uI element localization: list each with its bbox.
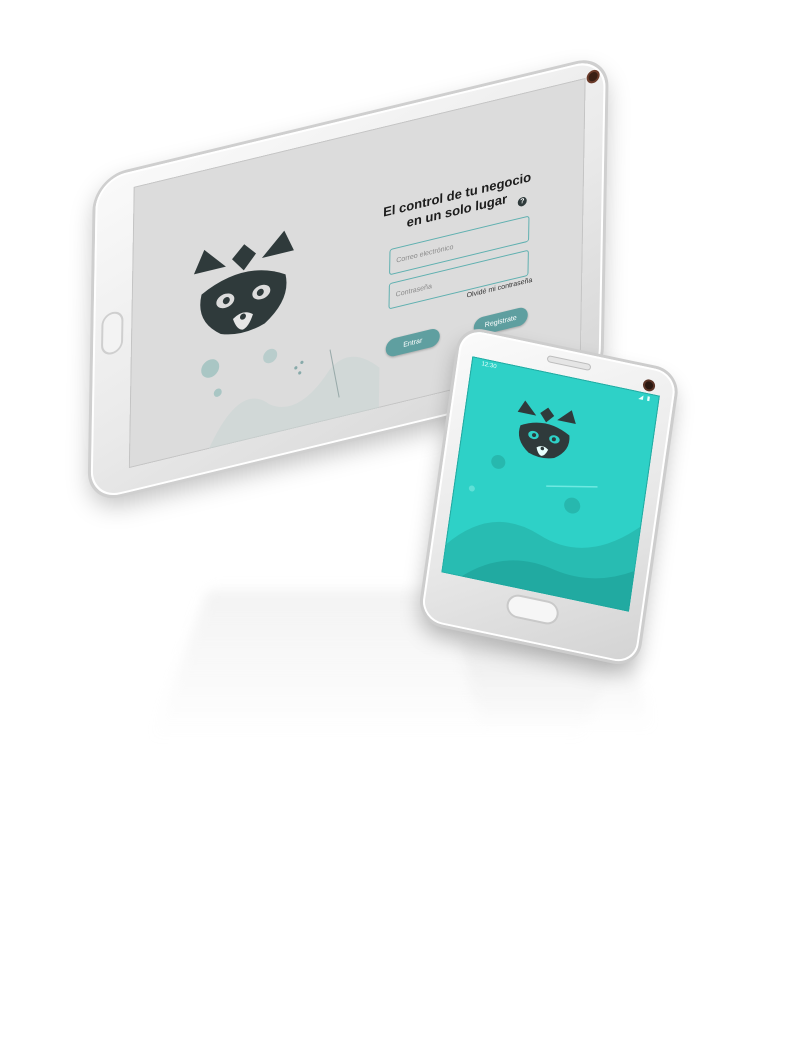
status-time: 12:30 xyxy=(481,361,497,371)
decorative-shapes xyxy=(441,454,642,612)
login-button[interactable]: Entrar xyxy=(385,327,440,359)
phone-home-button[interactable] xyxy=(507,594,558,625)
tablet-camera-icon xyxy=(588,71,598,83)
question-circle-icon[interactable]: ? xyxy=(517,196,527,208)
phone-camera-icon xyxy=(644,380,654,391)
phone-speaker xyxy=(547,356,591,370)
signal-battery-icon: ◢ ▮ xyxy=(638,394,652,403)
tablet-home-button[interactable] xyxy=(102,311,122,355)
device-mockup-scene: El control de tu negocio en un solo luga… xyxy=(0,0,800,1063)
phone-screen: 12:30 ◢ ▮ xyxy=(441,356,660,612)
phone-device: 12:30 ◢ ▮ xyxy=(420,328,678,666)
